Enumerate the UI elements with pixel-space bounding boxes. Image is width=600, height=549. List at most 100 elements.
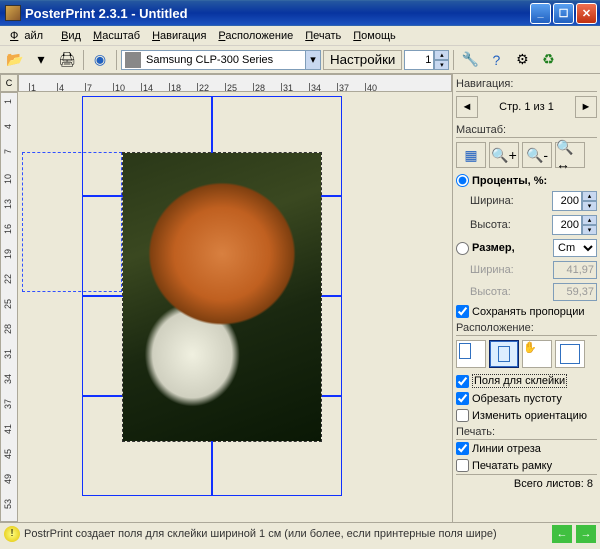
zoom-fit-button[interactable]: 🔍↔	[555, 142, 585, 168]
theme-button[interactable]: ◉	[88, 49, 112, 71]
toolbar-icon-2[interactable]: ⚙	[510, 49, 534, 71]
maximize-button[interactable]: ☐	[553, 3, 574, 24]
trim-checkbox[interactable]	[456, 392, 469, 405]
toolbar-icon-3[interactable]: ♻	[536, 49, 560, 71]
close-button[interactable]: ✕	[576, 3, 597, 24]
height-label: Высота:	[470, 219, 511, 231]
ruler-tick: 37	[3, 399, 13, 409]
size-height-input	[553, 283, 597, 301]
nav-panel-title: Навигация:	[456, 76, 597, 92]
title-bar: PosterPrint 2.3.1 - Untitled _ ☐ ✕	[0, 0, 600, 26]
print-button[interactable]: 🖨	[55, 49, 79, 71]
menu-bar: Файл Вид Масштаб Навигация Расположение …	[0, 26, 600, 46]
ruler-tick: 40	[365, 83, 377, 91]
separator	[116, 50, 117, 70]
spin-up-icon[interactable]: ▴	[582, 191, 597, 201]
keep-proportions-label: Сохранять пропорции	[472, 306, 585, 318]
percent-label: Проценты, %:	[472, 175, 547, 187]
size-radio[interactable]	[456, 242, 469, 255]
ruler-tick: 7	[85, 83, 92, 91]
spin-up-icon[interactable]: ▴	[582, 215, 597, 225]
glue-label: Поля для склейки	[472, 374, 567, 388]
minimize-button[interactable]: _	[530, 3, 551, 24]
dropdown-icon[interactable]: ▾	[29, 49, 53, 71]
frame-label: Печатать рамку	[472, 460, 552, 472]
ruler-tick: 34	[309, 83, 321, 91]
next-page-button[interactable]: ►	[575, 96, 597, 118]
cut-lines-label: Линии отреза	[472, 443, 541, 455]
ruler-tick: 34	[3, 374, 13, 384]
separator	[453, 50, 454, 70]
ruler-tick: 22	[197, 83, 209, 91]
ruler-tick: 16	[3, 224, 13, 234]
percent-radio[interactable]	[456, 174, 469, 187]
ruler-tick: 10	[3, 174, 13, 184]
ruler-tick: 1	[3, 99, 13, 104]
menu-zoom[interactable]: Масштаб	[87, 28, 146, 44]
separator	[83, 50, 84, 70]
open-button[interactable]: 📂	[3, 49, 27, 71]
cut-lines-checkbox[interactable]	[456, 442, 469, 455]
printer-select[interactable]: Samsung CLP-300 Series ▾	[121, 50, 321, 70]
canvas-area[interactable]: C 14710141822252831343740 14710131619222…	[0, 74, 452, 522]
ruler-tick: 10	[113, 83, 125, 91]
status-prev-button[interactable]: ←	[552, 525, 572, 543]
ruler-tick: 4	[57, 83, 64, 91]
unit-select[interactable]: Cm	[553, 239, 597, 257]
align-topleft-button[interactable]	[456, 340, 486, 368]
spin-down-icon[interactable]: ▾	[434, 60, 449, 70]
menu-nav[interactable]: Навигация	[146, 28, 212, 44]
app-icon	[5, 5, 21, 21]
size-width-input	[553, 261, 597, 279]
printer-icon	[125, 52, 141, 68]
orient-checkbox[interactable]	[456, 409, 469, 422]
ruler-tick: 28	[3, 324, 13, 334]
menu-view[interactable]: Вид	[55, 28, 87, 44]
menu-layout[interactable]: Расположение	[212, 28, 299, 44]
ruler-tick: 7	[3, 149, 13, 154]
align-center-button[interactable]	[489, 340, 519, 368]
glue-checkbox[interactable]	[456, 375, 469, 388]
zoom-in-button[interactable]: 🔍+	[489, 142, 519, 168]
ruler-tick: 25	[3, 299, 13, 309]
keep-proportions-checkbox[interactable]	[456, 305, 469, 318]
size-label: Размер,	[472, 242, 515, 254]
ruler-tick: 4	[3, 124, 13, 129]
ruler-tick: 37	[337, 83, 349, 91]
prev-page-button[interactable]: ◄	[456, 96, 478, 118]
grid-view-button[interactable]: ▦	[456, 142, 486, 168]
height-input[interactable]	[552, 215, 582, 235]
toolbar: 📂 ▾ 🖨 ◉ Samsung CLP-300 Series ▾ Настрой…	[0, 46, 600, 74]
toolbar-icon-1[interactable]: 🔧	[458, 49, 482, 71]
copies-input[interactable]	[404, 50, 434, 70]
ruler-tick: 53	[3, 499, 13, 509]
menu-help[interactable]: Помощь	[347, 28, 402, 44]
poster-image[interactable]	[122, 152, 322, 442]
copies-spinbox[interactable]: ▴▾	[404, 50, 449, 70]
ruler-tick: 25	[225, 83, 237, 91]
chevron-down-icon[interactable]: ▾	[305, 51, 320, 69]
spin-down-icon[interactable]: ▾	[582, 225, 597, 235]
zoom-panel-title: Масштаб:	[456, 122, 597, 138]
sidebar: Навигация: ◄ Стр. 1 из 1 ► Масштаб: ▦ 🔍+…	[452, 74, 600, 522]
horizontal-ruler: 14710141822252831343740	[18, 74, 452, 92]
zoom-out-button[interactable]: 🔍-	[522, 142, 552, 168]
menu-print[interactable]: Печать	[299, 28, 347, 44]
spin-down-icon[interactable]: ▾	[582, 201, 597, 211]
ruler-tick: 49	[3, 474, 13, 484]
image-content	[123, 153, 321, 441]
align-stretch-button[interactable]	[555, 340, 585, 368]
trim-label: Обрезать пустоту	[472, 393, 562, 405]
ruler-tick: 19	[3, 249, 13, 259]
layout-panel-title: Расположение:	[456, 320, 597, 336]
spin-up-icon[interactable]: ▴	[434, 50, 449, 60]
help-icon[interactable]: ?	[484, 49, 508, 71]
frame-checkbox[interactable]	[456, 459, 469, 472]
ruler-tick: 14	[141, 83, 153, 91]
status-next-button[interactable]: →	[576, 525, 596, 543]
width-input[interactable]	[552, 191, 582, 211]
printer-settings-button[interactable]: Настройки	[323, 50, 402, 70]
align-hand-button[interactable]: ✋	[522, 340, 552, 368]
menu-file[interactable]: Файл	[4, 28, 55, 44]
width-label: Ширина:	[470, 195, 514, 207]
